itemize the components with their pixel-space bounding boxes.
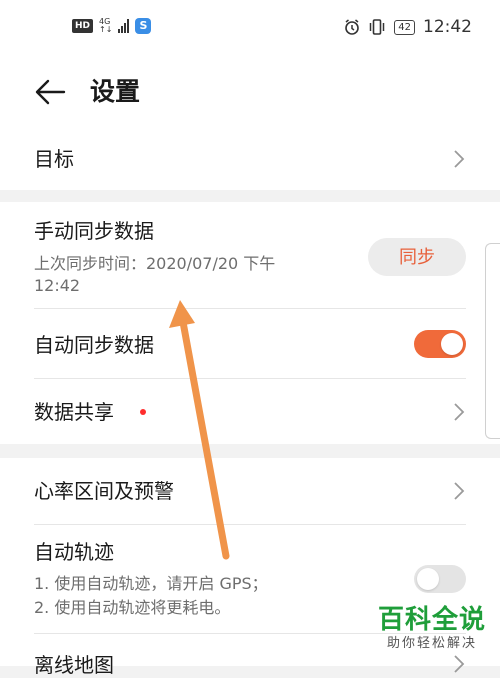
manual-sync-label: 手动同步数据 bbox=[34, 219, 154, 243]
app-notification-icon: S bbox=[135, 18, 152, 34]
scroll-indicator[interactable] bbox=[485, 243, 500, 439]
offline-map-label: 离线地图 bbox=[34, 653, 114, 677]
auto-track-toggle[interactable] bbox=[414, 565, 466, 593]
chevron-right-icon bbox=[454, 150, 465, 168]
watermark-subtitle: 助你轻松解决 bbox=[386, 636, 477, 651]
auto-sync-label: 自动同步数据 bbox=[34, 333, 154, 357]
alarm-icon bbox=[345, 19, 360, 35]
watermark-logo: 百科全说 助你轻松解决 bbox=[372, 604, 492, 652]
chevron-right-icon bbox=[454, 482, 465, 500]
toggle-knob bbox=[417, 568, 439, 590]
signal-icon bbox=[118, 19, 130, 33]
manual-sync-row: 手动同步数据 上次同步时间：2020/07/20 下午 12:42 同步 bbox=[34, 202, 466, 309]
vibrate-icon bbox=[370, 19, 385, 35]
toggle-knob bbox=[441, 333, 463, 355]
network-activity: ↑↓ bbox=[99, 25, 113, 34]
auto-track-label: 自动轨迹 bbox=[34, 540, 114, 564]
chevron-right-icon bbox=[454, 403, 465, 421]
network-indicator: 4G ↑↓ bbox=[99, 18, 112, 34]
sync-card: 手动同步数据 上次同步时间：2020/07/20 下午 12:42 同步 自动同… bbox=[0, 202, 500, 444]
chevron-right-icon bbox=[454, 655, 465, 673]
auto-sync-toggle[interactable] bbox=[414, 330, 466, 358]
heart-rate-row[interactable]: 心率区间及预警 bbox=[34, 458, 466, 525]
watermark-title: 百科全说 bbox=[377, 605, 486, 635]
goal-card: 目标 bbox=[0, 132, 500, 190]
page-title: 设置 bbox=[90, 77, 141, 106]
hd-badge: HD bbox=[72, 19, 94, 33]
clock: 12:42 bbox=[423, 17, 472, 37]
auto-track-note-2: 2. 使用自动轨迹将更耗电。 bbox=[34, 598, 231, 617]
status-right: 42 12:42 bbox=[344, 17, 472, 37]
data-share-row[interactable]: 数据共享 bbox=[34, 379, 466, 444]
title-bar: 设置 bbox=[0, 56, 500, 132]
status-left: HD 4G ↑↓ S bbox=[72, 18, 152, 34]
sync-button[interactable]: 同步 bbox=[368, 238, 466, 276]
heart-rate-label: 心率区间及预警 bbox=[34, 479, 174, 503]
battery-indicator: 42 bbox=[394, 19, 415, 35]
last-sync-time-line2: 12:42 bbox=[34, 276, 81, 295]
auto-track-note-1: 1. 使用自动轨迹，请开启 GPS； bbox=[34, 574, 268, 593]
goal-row[interactable]: 目标 bbox=[34, 132, 466, 190]
notification-dot bbox=[140, 409, 146, 415]
back-button[interactable] bbox=[30, 72, 70, 112]
back-arrow-icon bbox=[35, 79, 66, 105]
last-sync-time-line1: 上次同步时间：2020/07/20 下午 bbox=[34, 254, 276, 273]
data-share-label: 数据共享 bbox=[34, 400, 114, 424]
status-bar: HD 4G ↑↓ S 42 12:42 bbox=[0, 0, 500, 56]
auto-sync-row: 自动同步数据 bbox=[34, 309, 466, 379]
goal-label: 目标 bbox=[34, 147, 74, 171]
